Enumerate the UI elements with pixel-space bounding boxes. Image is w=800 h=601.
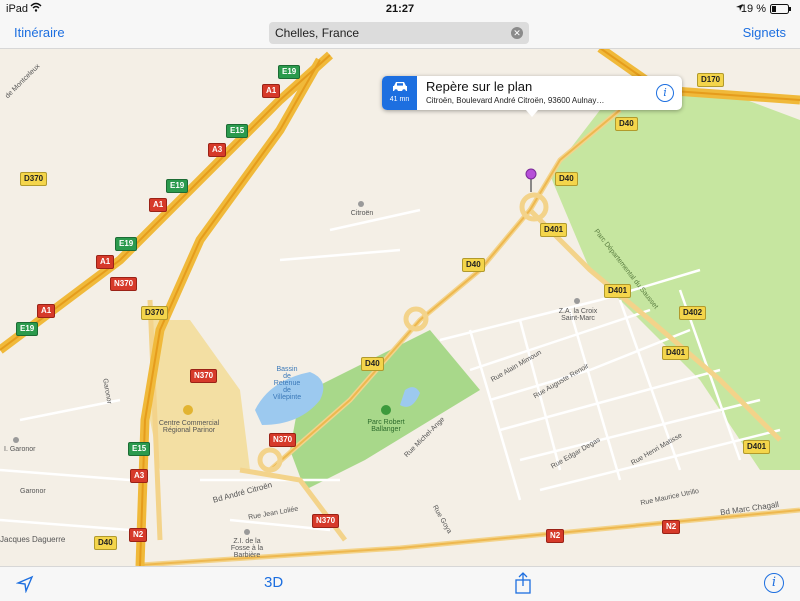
citroen-poi-icon (358, 201, 364, 207)
shield-e19: E19 (166, 179, 189, 193)
shield-d401: D401 (662, 346, 690, 360)
shield-n370: N370 (110, 277, 138, 291)
location-callout[interactable]: 41 mn Repère sur le plan Citroën, Boulev… (382, 76, 682, 110)
shield-d40: D40 (555, 172, 578, 186)
shield-d170: D170 (697, 73, 725, 87)
map-view[interactable]: E19 A1 E15 A3 D370 E19 A1 E19 A1 N370 A1… (0, 48, 800, 566)
shield-a3: A3 (208, 143, 227, 157)
battery-percent: 19 % (740, 3, 766, 15)
bottom-toolbar: 3D i (0, 566, 800, 601)
shield-e19: E19 (16, 322, 39, 336)
label-garonor: I. Garonor (4, 446, 36, 453)
label-daguerre: Jacques Daguerre (0, 535, 66, 544)
car-icon (392, 82, 407, 93)
shield-e15: E15 (128, 442, 151, 456)
callout-tail (526, 110, 538, 117)
info-icon[interactable]: i (764, 573, 784, 593)
park-poi-icon (381, 405, 391, 415)
shield-e15: E15 (226, 124, 249, 138)
shield-a3: A3 (130, 469, 149, 483)
shopping-poi-icon (183, 405, 193, 415)
shield-n370: N370 (190, 369, 218, 383)
search-input[interactable]: Chelles, France (275, 26, 359, 40)
shield-d402: D402 (679, 306, 707, 320)
shield-e19: E19 (115, 237, 138, 251)
shield-a1: A1 (149, 198, 168, 212)
zi-fosse-poi-icon (244, 529, 250, 535)
dropped-pin-icon (525, 168, 537, 180)
shield-e19: E19 (278, 65, 301, 79)
shield-d401: D401 (604, 284, 632, 298)
search-field[interactable]: Chelles, France ✕ (269, 22, 529, 44)
shield-d40: D40 (94, 536, 117, 550)
callout-address: Citroën, Boulevard André Citroën, 93600 … (426, 96, 605, 105)
location-arrow-icon[interactable] (15, 575, 34, 597)
shield-n370: N370 (312, 514, 340, 528)
shield-d40: D40 (615, 117, 638, 131)
shield-d370: D370 (20, 172, 48, 186)
shield-d40: D40 (361, 357, 384, 371)
shield-n2: N2 (662, 520, 681, 534)
shield-n2: N2 (129, 528, 148, 542)
shield-n2: N2 (546, 529, 565, 543)
label-za-croix[interactable]: Z.A. la Croix Saint-Marc (548, 308, 608, 322)
directions-car-button[interactable]: 41 mn (382, 76, 417, 110)
shield-a1: A1 (262, 84, 281, 98)
label-parc-robert[interactable]: Parc Robert Ballanger (356, 419, 416, 433)
clock: 21:27 (385, 3, 415, 15)
label-citroen[interactable]: Citroën (340, 210, 384, 217)
garonor-poi-icon (13, 437, 19, 443)
callout-title: Repère sur le plan (426, 79, 533, 94)
shield-a1: A1 (37, 304, 56, 318)
label-centre-commercial[interactable]: Centre Commercial Régional Parinor (144, 420, 234, 434)
share-icon[interactable] (514, 572, 532, 598)
shield-n370: N370 (269, 433, 297, 447)
navigation-bar: Itinéraire Chelles, France ✕ Signets (0, 18, 800, 49)
shield-d40: D40 (462, 258, 485, 272)
info-icon[interactable]: i (656, 84, 674, 102)
battery-icon (770, 4, 792, 17)
shield-d401: D401 (743, 440, 771, 454)
status-bar: iPad 21:27 19 % (0, 0, 800, 18)
za-croix-poi-icon (574, 298, 580, 304)
itineraire-button[interactable]: Itinéraire (14, 25, 65, 40)
3d-button[interactable]: 3D (264, 574, 283, 591)
eta-label: 41 mn (389, 96, 410, 103)
label-bassin[interactable]: Bassin de Retenue de Villepinte (262, 366, 312, 401)
shield-a1: A1 (96, 255, 115, 269)
shield-d370: D370 (141, 306, 169, 320)
label-zi-fosse[interactable]: Z.I. de la Fosse à la Barbière (222, 538, 272, 559)
shield-d401: D401 (540, 223, 568, 237)
label-garonor: Garonor (20, 488, 46, 495)
signets-button[interactable]: Signets (743, 25, 786, 40)
clear-search-icon[interactable]: ✕ (511, 27, 523, 39)
